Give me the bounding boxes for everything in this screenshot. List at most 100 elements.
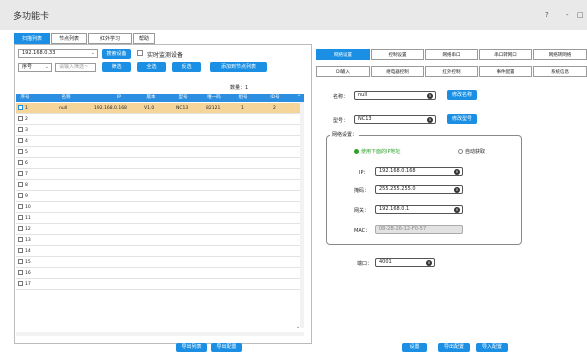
- clear-icon[interactable]: ×: [454, 187, 460, 193]
- export-config-button[interactable]: 导出配置: [211, 343, 242, 352]
- row-checkbox[interactable]: [18, 160, 23, 165]
- tab-network-settings[interactable]: 网络设置: [316, 49, 370, 60]
- static-ip-option[interactable]: 使用下面的IP地址: [354, 148, 401, 155]
- cell-group: 1: [241, 106, 244, 111]
- table-row[interactable]: 8: [16, 180, 304, 191]
- apply-settings-button[interactable]: 设置: [402, 343, 427, 352]
- row-checkbox[interactable]: [18, 215, 23, 220]
- table-row[interactable]: 10: [16, 202, 304, 213]
- table-row[interactable]: 11: [16, 213, 304, 224]
- realtime-checkbox[interactable]: [137, 50, 143, 56]
- ip-select[interactable]: 192.168.0.33 ⌄: [18, 49, 98, 58]
- row-checkbox[interactable]: [18, 193, 23, 198]
- clear-icon[interactable]: ×: [426, 260, 432, 266]
- export-settings-button[interactable]: 导出配置: [438, 343, 470, 352]
- col-version[interactable]: 版本: [140, 94, 162, 102]
- tab-help[interactable]: 帮助: [133, 33, 155, 44]
- sort-select-value: 序号: [22, 64, 33, 70]
- table-row[interactable]: 17: [16, 279, 304, 290]
- model-field[interactable]: NC13 ×: [354, 115, 436, 124]
- dhcp-option[interactable]: 自动获取: [458, 148, 485, 155]
- col-index[interactable]: 序号: [16, 94, 34, 102]
- tab-ir-learn[interactable]: 红外学习: [88, 33, 132, 44]
- tab-system-info[interactable]: 系统信息: [533, 66, 587, 77]
- minimize-icon[interactable]: -: [566, 11, 569, 19]
- row-checkbox[interactable]: [18, 259, 23, 264]
- scroll-down-icon[interactable]: ⌄: [296, 324, 300, 330]
- rename-button[interactable]: 修改名称: [447, 90, 477, 100]
- mask-field[interactable]: 255.255.255.0 ×: [375, 185, 463, 194]
- row-checkbox[interactable]: [18, 248, 23, 253]
- name-field[interactable]: null ×: [354, 91, 436, 100]
- col-name[interactable]: 名称: [54, 94, 78, 102]
- horizontal-scrollbar[interactable]: [16, 332, 304, 336]
- table-row[interactable]: 14: [16, 246, 304, 257]
- export-list-button[interactable]: 导出列表: [176, 343, 207, 352]
- tab-relay-control[interactable]: 继电器控制: [371, 66, 424, 77]
- invert-select-button[interactable]: 反选: [172, 62, 201, 72]
- sort-select[interactable]: 序号 ⌄: [18, 63, 52, 72]
- gateway-value: 192.168.0.1: [379, 206, 410, 212]
- model-value: NC13: [358, 116, 372, 122]
- row-checkbox[interactable]: [18, 237, 23, 242]
- row-checkbox[interactable]: [18, 204, 23, 209]
- search-device-button[interactable]: 搜索设备: [102, 49, 131, 59]
- remodel-button[interactable]: 修改型号: [447, 114, 477, 124]
- row-checkbox[interactable]: [18, 226, 23, 231]
- name-value: null: [358, 92, 368, 98]
- clear-icon[interactable]: ×: [454, 169, 460, 175]
- tab-serial-to-network[interactable]: 串口转网口: [479, 49, 532, 60]
- scroll-up-icon[interactable]: ^: [294, 94, 304, 102]
- table-row[interactable]: 16: [16, 268, 304, 279]
- row-checkbox[interactable]: [18, 138, 23, 143]
- table-row[interactable]: 6: [16, 158, 304, 169]
- tab-network-serial[interactable]: 网络串口: [425, 49, 478, 60]
- row-index-cell: 1: [18, 103, 28, 114]
- tab-control-settings[interactable]: 控制设置: [371, 49, 424, 60]
- tab-di-input[interactable]: DI输入: [316, 66, 370, 77]
- select-all-button[interactable]: 全选: [137, 62, 166, 72]
- clear-icon[interactable]: ×: [427, 93, 433, 99]
- tab-node-list[interactable]: 节点列表: [51, 33, 87, 44]
- row-checkbox[interactable]: [18, 281, 23, 286]
- import-settings-button[interactable]: 导入配置: [476, 343, 508, 352]
- col-id[interactable]: ID号: [260, 94, 290, 102]
- table-row[interactable]: 5: [16, 147, 304, 158]
- col-model[interactable]: 型号: [168, 94, 198, 102]
- port-field[interactable]: 4001 ×: [375, 258, 435, 267]
- table-row[interactable]: 3: [16, 125, 304, 136]
- col-uid[interactable]: 唯一码: [200, 94, 228, 102]
- table-row[interactable]: 13: [16, 235, 304, 246]
- tab-network-to-network[interactable]: 网络转网络: [533, 49, 587, 60]
- tab-event-config[interactable]: 事件配置: [479, 66, 532, 77]
- clear-icon[interactable]: ×: [427, 117, 433, 123]
- row-checkbox[interactable]: [18, 127, 23, 132]
- help-icon[interactable]: ?: [545, 11, 549, 19]
- table-row[interactable]: 7: [16, 169, 304, 180]
- row-checkbox[interactable]: [18, 149, 23, 154]
- row-checkbox[interactable]: [18, 105, 23, 110]
- row-checkbox[interactable]: [18, 171, 23, 176]
- table-row[interactable]: 12: [16, 224, 304, 235]
- gateway-field[interactable]: 192.168.0.1 ×: [375, 205, 463, 214]
- clear-icon[interactable]: ×: [454, 207, 460, 213]
- col-ip[interactable]: IP: [94, 94, 144, 102]
- row-checkbox[interactable]: [18, 116, 23, 121]
- row-checkbox[interactable]: [18, 182, 23, 187]
- tab-ir-control[interactable]: 红外控制: [425, 66, 478, 77]
- table-row[interactable]: 9: [16, 191, 304, 202]
- col-group[interactable]: 组号: [230, 94, 256, 102]
- table-row[interactable]: 1 null 192.168.0.168 V1.0 NC13 82121 1 2: [16, 103, 304, 114]
- table-row[interactable]: 15: [16, 257, 304, 268]
- maximize-icon[interactable]: □: [577, 11, 584, 19]
- filter-button[interactable]: 筛选: [102, 62, 131, 72]
- row-checkbox[interactable]: [18, 270, 23, 275]
- tab-scan-list[interactable]: 扫描列表: [14, 33, 50, 44]
- add-to-node-list-button[interactable]: 添加到节点列表: [210, 62, 267, 72]
- table-scrollbar[interactable]: [300, 102, 304, 328]
- ip-field[interactable]: 192.168.0.168 ×: [375, 167, 463, 176]
- table-row[interactable]: 4: [16, 136, 304, 147]
- table-row[interactable]: 2: [16, 114, 304, 125]
- chevron-down-icon: ⌄: [44, 64, 49, 70]
- filter-input[interactable]: 请输入筛选~: [55, 63, 96, 72]
